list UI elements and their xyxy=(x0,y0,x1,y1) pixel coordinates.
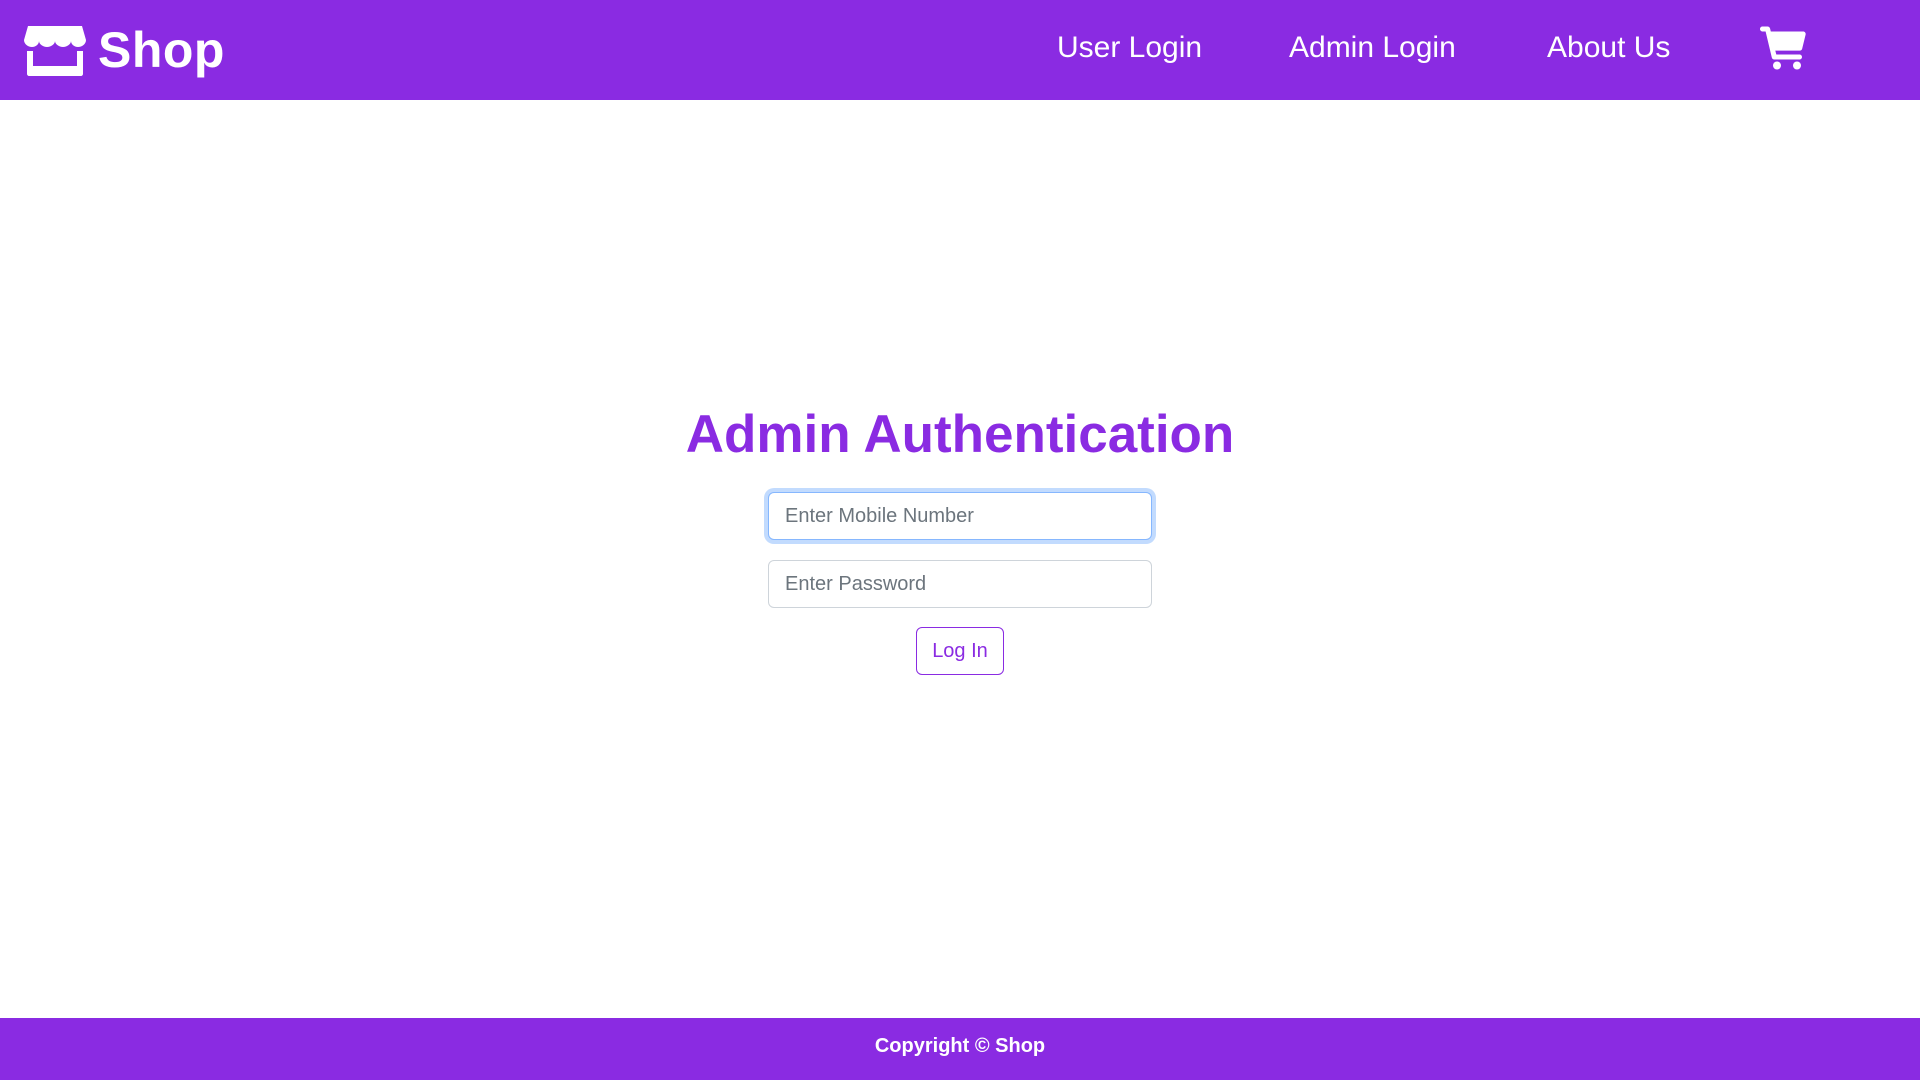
navbar: Shop User Login Admin Login About Us xyxy=(0,0,1920,100)
page: Shop User Login Admin Login About Us Adm… xyxy=(0,0,1920,1080)
shopping-cart-icon[interactable] xyxy=(1760,26,1806,70)
login-button[interactable]: Log In xyxy=(916,627,1004,675)
password-input[interactable] xyxy=(768,560,1152,608)
nav-menu: User Login Admin Login About Us xyxy=(0,0,1920,100)
page-title: Admin Authentication xyxy=(685,405,1235,464)
nav-about-us[interactable]: About Us xyxy=(1547,0,1670,100)
footer: Copyright © Shop xyxy=(0,1018,1920,1080)
nav-user-login[interactable]: User Login xyxy=(1057,0,1202,100)
copyright-text: Copyright © Shop xyxy=(874,1035,1046,1057)
mobile-number-input[interactable] xyxy=(768,492,1152,540)
main-content: Admin Authentication Log In xyxy=(0,100,1920,1018)
nav-admin-login[interactable]: Admin Login xyxy=(1289,0,1456,100)
